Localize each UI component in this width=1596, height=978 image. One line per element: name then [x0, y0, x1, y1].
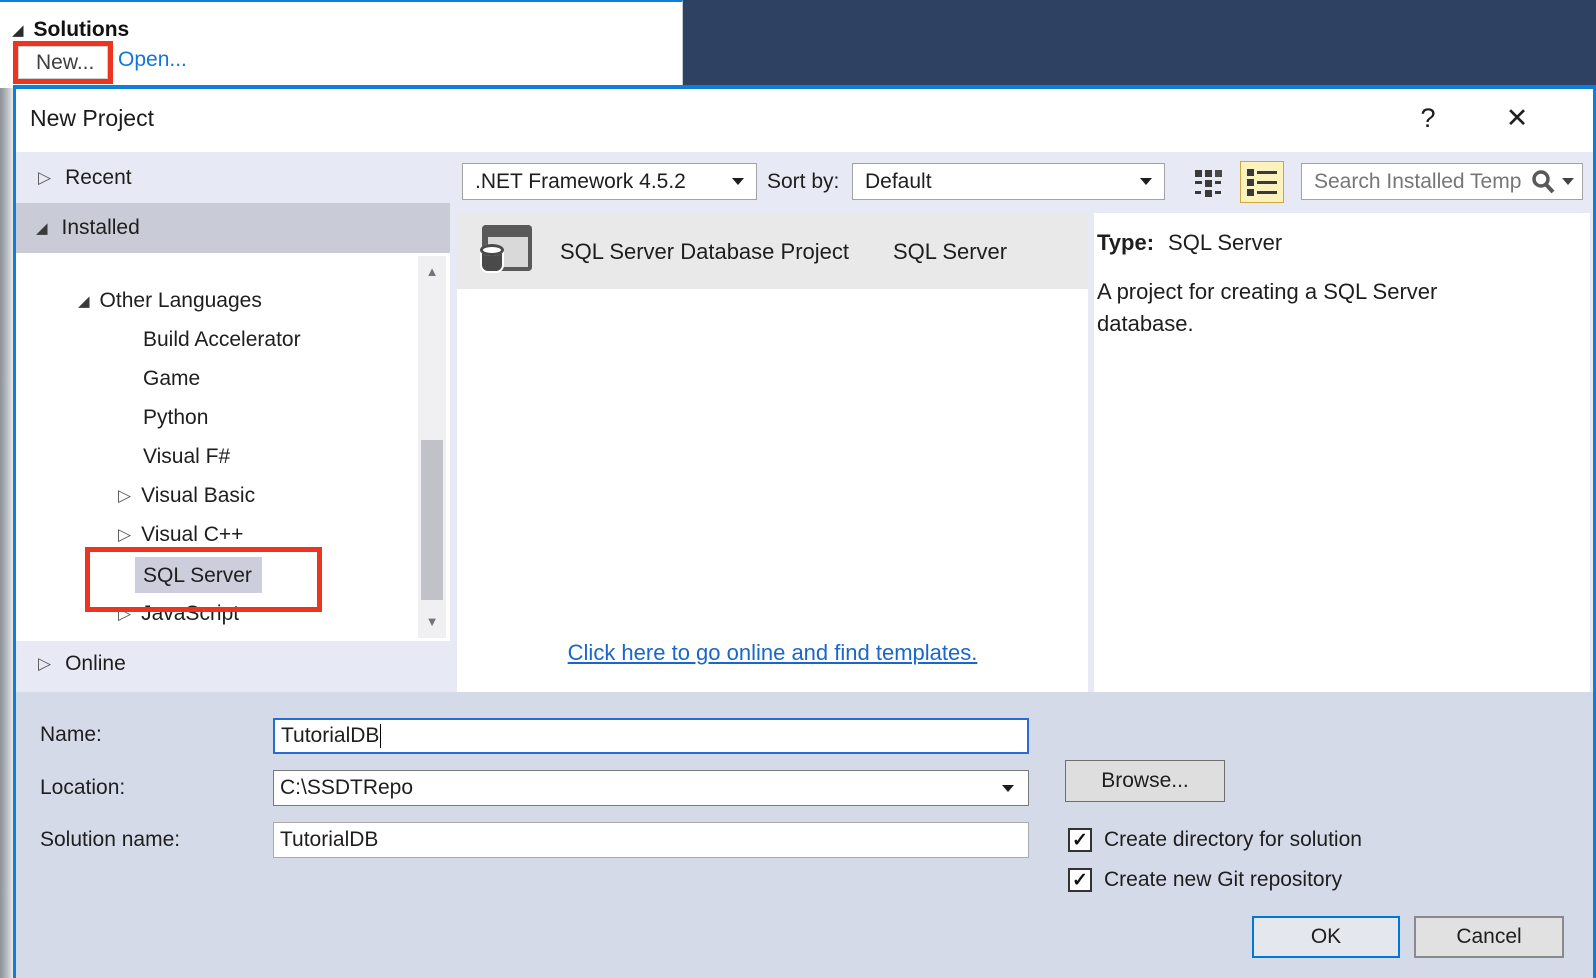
template-type-row: Type: SQL Server	[1097, 230, 1282, 256]
browse-button[interactable]: Browse...	[1065, 760, 1225, 802]
create-directory-checkbox-row: ✓ Create directory for solution	[1068, 828, 1362, 852]
template-name: SQL Server Database Project	[560, 239, 849, 264]
solutions-header[interactable]: ◢ Solutions	[12, 18, 129, 42]
location-label: Location:	[40, 776, 126, 799]
name-label: Name:	[40, 723, 102, 746]
type-value: SQL Server	[1168, 230, 1283, 255]
grid-view-icon	[1194, 168, 1224, 198]
search-icon[interactable]	[1530, 169, 1556, 195]
tree-item-label: Other Languages	[99, 288, 262, 312]
chevron-right-icon: ▷	[38, 168, 52, 187]
tree-item-label: Visual C++	[141, 522, 244, 546]
nav-recent-label: Recent	[65, 166, 132, 189]
template-platform: SQL Server	[893, 239, 1008, 264]
sql-server-red-annotation	[85, 547, 322, 612]
nav-installed-label: Installed	[61, 216, 140, 239]
ok-button[interactable]: OK	[1252, 916, 1400, 958]
list-view-button[interactable]	[1240, 161, 1284, 203]
scroll-up-icon[interactable]: ▲	[418, 258, 446, 284]
expanded-triangle-icon: ◢	[36, 220, 48, 237]
open-solution-link[interactable]: Open...	[118, 48, 187, 72]
dialog-title: New Project	[30, 105, 154, 131]
nav-item-online[interactable]: ▷ Online	[38, 646, 126, 682]
tree-item-other-languages[interactable]: ◢ Other Languages	[78, 281, 262, 320]
framework-dropdown[interactable]: .NET Framework 4.5.2	[462, 163, 757, 200]
small-icons-view-button[interactable]	[1190, 165, 1228, 201]
help-icon[interactable]: ?	[1410, 100, 1446, 136]
sort-dropdown[interactable]: Default	[852, 163, 1165, 200]
create-git-label: Create new Git repository	[1104, 868, 1343, 891]
solutions-title: Solutions	[33, 18, 130, 41]
chevron-down-icon[interactable]	[1002, 784, 1014, 792]
search-input[interactable]: Search Installed Templates	[1301, 163, 1583, 200]
chevron-down-icon[interactable]	[1562, 178, 1574, 185]
vs-window-background	[683, 0, 1596, 88]
project-name-value: TutorialDB	[281, 724, 380, 747]
list-view-icon	[1246, 167, 1278, 197]
nav-item-recent[interactable]: ▷ Recent	[38, 160, 132, 196]
solution-name-label: Solution name:	[40, 828, 181, 851]
tree-item-visual-basic[interactable]: ▷ Visual Basic	[118, 476, 255, 515]
tree-item-label: Game	[143, 366, 201, 390]
scroll-down-icon[interactable]: ▼	[418, 608, 446, 634]
expanded-triangle-icon: ◢	[12, 22, 24, 39]
new-solution-link[interactable]: New...	[36, 51, 94, 75]
solution-name-input[interactable]: TutorialDB	[273, 822, 1029, 858]
chevron-right-icon: ▷	[118, 485, 132, 505]
solution-name-value: TutorialDB	[280, 828, 379, 851]
tree-item-label: Python	[143, 405, 209, 429]
chevron-right-icon: ▷	[118, 524, 132, 544]
window-edge	[0, 88, 13, 978]
create-directory-checkbox[interactable]: ✓	[1068, 828, 1092, 852]
location-value: C:\SSDTRepo	[280, 776, 414, 799]
tree-item-game[interactable]: Game	[143, 359, 200, 398]
scrollbar-thumb[interactable]	[421, 440, 443, 600]
chevron-right-icon: ▷	[38, 654, 52, 673]
chevron-down-icon	[732, 178, 744, 185]
dialog-titlebar[interactable]	[16, 89, 1593, 152]
create-git-checkbox-row: ✓ Create new Git repository	[1068, 868, 1342, 892]
template-description: A project for creating a SQL Server data…	[1097, 279, 1438, 336]
tree-item-visual-fsharp[interactable]: Visual F#	[143, 437, 230, 476]
sort-value: Default	[865, 169, 932, 193]
sql-database-project-icon	[478, 223, 534, 279]
go-online-templates-link[interactable]: Click here to go online and find templat…	[457, 640, 1088, 666]
type-label: Type:	[1097, 230, 1155, 255]
tree-item-build-accelerator[interactable]: Build Accelerator	[143, 320, 301, 359]
tree-item-python[interactable]: Python	[143, 398, 208, 437]
text-cursor	[380, 724, 382, 748]
nav-installed-inner[interactable]: ◢ Installed	[36, 210, 140, 246]
chevron-down-icon	[1140, 178, 1152, 185]
create-directory-label: Create directory for solution	[1104, 828, 1362, 851]
expanded-triangle-icon: ◢	[78, 292, 90, 310]
close-icon[interactable]: ✕	[1495, 100, 1539, 136]
sort-by-label: Sort by:	[767, 170, 840, 193]
new-link-red-annotation: New...	[13, 41, 113, 84]
nav-online-label: Online	[65, 652, 126, 675]
location-dropdown[interactable]: C:\SSDTRepo	[273, 770, 1029, 806]
search-placeholder: Search Installed Templates	[1314, 169, 1522, 193]
tree-item-label: Visual F#	[143, 444, 231, 468]
cancel-button[interactable]: Cancel	[1414, 916, 1564, 958]
create-git-checkbox[interactable]: ✓	[1068, 868, 1092, 892]
tree-item-label: Visual Basic	[141, 483, 256, 507]
framework-value: .NET Framework 4.5.2	[475, 169, 686, 193]
tree-item-label: Build Accelerator	[143, 327, 301, 351]
project-name-input[interactable]: TutorialDB	[273, 718, 1029, 754]
